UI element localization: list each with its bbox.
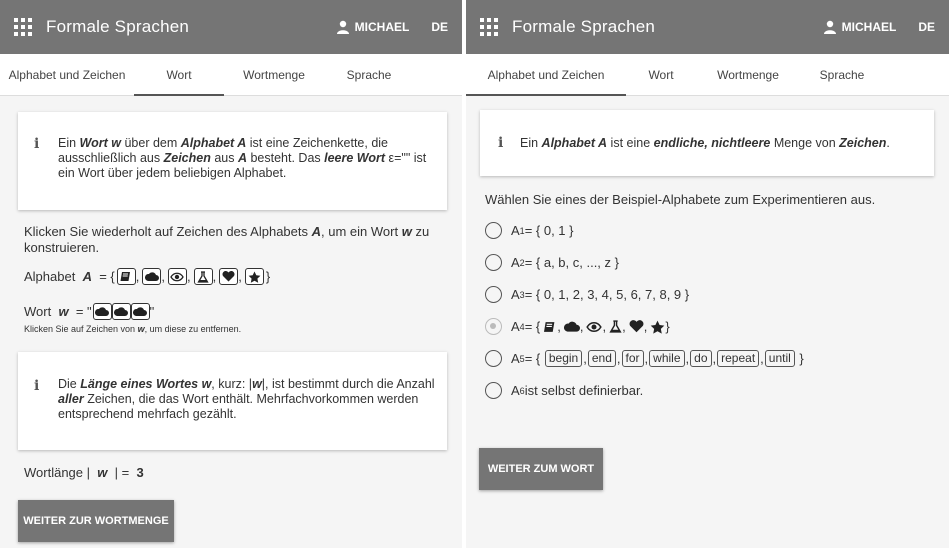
app-bar: Formale Sprachen MICHAEL DE bbox=[0, 0, 462, 54]
word-label: Wort bbox=[24, 304, 52, 319]
tab-sprache[interactable]: Sprache bbox=[800, 54, 884, 95]
keyword-for: for bbox=[621, 350, 644, 367]
word-close: " bbox=[149, 304, 155, 319]
left-panel: Formale Sprachen MICHAEL DE Alphabet und… bbox=[0, 0, 462, 548]
info-icon: i bbox=[34, 136, 40, 152]
tab-bar: Alphabet und Zeichen Wort Wortmenge Spra… bbox=[466, 54, 949, 96]
tab-wort[interactable]: Wort bbox=[134, 54, 224, 96]
keyword-until: until bbox=[764, 350, 795, 367]
word-length-row: Wortlänge | w | = 3 bbox=[24, 465, 144, 480]
radio-button[interactable] bbox=[485, 286, 502, 303]
cloud-icon bbox=[563, 321, 580, 332]
word-symbol-cloud-icon[interactable] bbox=[92, 303, 112, 320]
book-icon bbox=[544, 321, 555, 332]
next-word-button[interactable]: WEITER ZUM WORT bbox=[479, 448, 603, 490]
tab-alphabet[interactable]: Alphabet und Zeichen bbox=[0, 54, 134, 95]
radio-button[interactable] bbox=[485, 382, 502, 399]
info-icon: i bbox=[498, 135, 504, 151]
keyword-while: while bbox=[649, 350, 685, 367]
language-switch[interactable]: DE bbox=[918, 20, 935, 34]
tab-wort[interactable]: Wort bbox=[626, 54, 696, 95]
word-hint: Klicken Sie auf Zeichen von w, um diese … bbox=[24, 324, 242, 334]
length-eq: | = bbox=[114, 465, 130, 480]
keyword-do: do bbox=[690, 350, 712, 367]
info-text-alphabet: Ein Alphabet A ist eine endliche, nichtl… bbox=[520, 136, 890, 150]
option-a1[interactable]: A1 = { 0, 1 } bbox=[485, 222, 573, 239]
cloud-icon[interactable] bbox=[142, 268, 162, 285]
alphabet-label: Alphabet bbox=[24, 269, 76, 284]
right-panel: Formale Sprachen MICHAEL DE Alphabet und… bbox=[466, 0, 949, 548]
book-icon[interactable] bbox=[116, 268, 136, 285]
tab-sprache[interactable]: Sprache bbox=[324, 54, 414, 95]
eye-icon[interactable] bbox=[167, 268, 187, 285]
keyword-begin: begin bbox=[544, 350, 583, 367]
length-label: Wortlänge | bbox=[24, 465, 91, 480]
flask-icon[interactable] bbox=[193, 268, 213, 285]
length-value: 3 bbox=[136, 465, 144, 480]
length-var: w bbox=[97, 465, 108, 480]
heart-icon bbox=[629, 320, 644, 333]
apps-grid-icon[interactable] bbox=[14, 18, 32, 36]
user-icon bbox=[336, 20, 349, 34]
radio-button[interactable] bbox=[485, 350, 502, 367]
heart-icon[interactable] bbox=[219, 268, 239, 285]
radio-button-selected[interactable] bbox=[485, 318, 502, 335]
tab-bar: Alphabet und Zeichen Wort Wortmenge Spra… bbox=[0, 54, 462, 96]
flask-icon bbox=[609, 320, 622, 333]
info-card-alphabet: i Ein Alphabet A ist eine endliche, nich… bbox=[480, 110, 934, 176]
eye-icon bbox=[586, 321, 603, 332]
word-var: w bbox=[58, 304, 69, 319]
alphabet-var: A bbox=[82, 269, 92, 284]
word-eq: = " bbox=[75, 304, 92, 319]
app-title: Formale Sprachen bbox=[46, 17, 190, 36]
tab-wortmenge[interactable]: Wortmenge bbox=[224, 54, 324, 95]
option-a5[interactable]: A5 = { begin, end, for, while, do, repeat, unt… bbox=[485, 350, 804, 367]
app-title: Formale Sprachen bbox=[512, 17, 656, 36]
star-icon bbox=[651, 320, 665, 334]
radio-button[interactable] bbox=[485, 254, 502, 271]
tab-alphabet[interactable]: Alphabet und Zeichen bbox=[466, 54, 626, 96]
app-bar: Formale Sprachen MICHAEL DE bbox=[466, 0, 949, 54]
info-icon: i bbox=[34, 378, 40, 394]
option-a6[interactable]: A6 ist selbst definierbar. bbox=[485, 382, 643, 399]
keyword-end: end bbox=[587, 350, 616, 367]
info-text-length: Die Länge eines Wortes w, kurz: |w|, ist… bbox=[58, 377, 435, 421]
alphabet-row: Alphabet A = { , , , , , } bbox=[24, 268, 271, 285]
radio-button[interactable] bbox=[485, 222, 502, 239]
user-name: MICHAEL bbox=[841, 20, 897, 34]
keyword-repeat: repeat bbox=[717, 350, 760, 367]
next-wordset-button[interactable]: WEITER ZUR WORTMENGE bbox=[18, 500, 174, 542]
alphabet-close: } bbox=[265, 269, 271, 284]
option-a3[interactable]: A3 = { 0, 1, 2, 3, 4, 5, 6, 7, 8, 9 } bbox=[485, 286, 689, 303]
tab-wortmenge[interactable]: Wortmenge bbox=[696, 54, 800, 95]
info-card-word: i Ein Wort w über dem Alphabet A ist ein… bbox=[18, 112, 447, 210]
option-a4[interactable]: A4 = { , , , , , } bbox=[485, 318, 670, 335]
user-icon bbox=[823, 20, 836, 34]
info-text-word: Ein Wort w über dem Alphabet A ist eine … bbox=[58, 136, 427, 180]
info-card-length: i Die Länge eines Wortes w, kurz: |w|, i… bbox=[18, 352, 447, 450]
user-menu[interactable]: MICHAEL bbox=[823, 20, 897, 34]
choose-text: Wählen Sie eines der Beispiel-Alphabete … bbox=[485, 192, 876, 207]
instruction-text: Klicken Sie wiederholt auf Zeichen des A… bbox=[24, 224, 430, 255]
word-symbol-cloud-icon[interactable] bbox=[111, 303, 131, 320]
star-icon[interactable] bbox=[244, 268, 264, 285]
user-name: MICHAEL bbox=[354, 20, 410, 34]
user-menu[interactable]: MICHAEL bbox=[336, 20, 410, 34]
option-a2[interactable]: A2 = { a, b, c, ..., z } bbox=[485, 254, 619, 271]
apps-grid-icon[interactable] bbox=[480, 18, 498, 36]
word-symbol-cloud-icon[interactable] bbox=[130, 303, 150, 320]
alphabet-eq: = { bbox=[99, 269, 115, 284]
language-switch[interactable]: DE bbox=[431, 20, 448, 34]
word-row: Wort w = " " bbox=[24, 303, 154, 320]
